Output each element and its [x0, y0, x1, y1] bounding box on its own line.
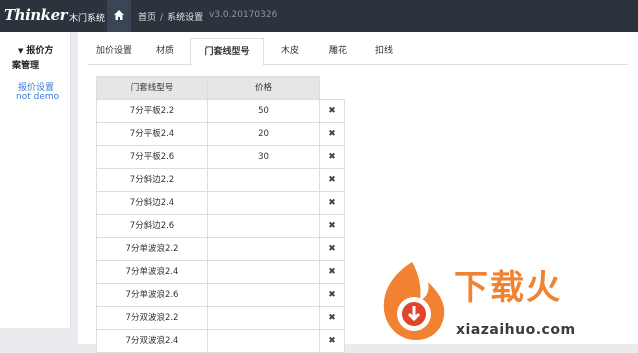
price-input[interactable]: 30 [207, 145, 320, 169]
model-cell: 7分双波浪2.4 [96, 329, 208, 353]
delete-icon[interactable]: ✖ [319, 260, 345, 284]
price-input[interactable] [207, 306, 320, 330]
delete-icon[interactable]: ✖ [319, 168, 345, 192]
price-input[interactable] [207, 329, 320, 353]
tab-door-frame-model[interactable]: 门套线型号 [190, 38, 264, 66]
model-cell: 7分平板2.4 [96, 122, 208, 146]
delete-icon[interactable]: ✖ [319, 145, 345, 169]
column-header-price: 价格 [207, 76, 320, 100]
tab-carving[interactable]: 雕花 [320, 38, 356, 64]
breadcrumb-separator: / [160, 13, 164, 23]
price-input[interactable]: 20 [207, 122, 320, 146]
tab-trim-line[interactable]: 扣线 [366, 38, 402, 64]
sidebar: ▼ 报价方 案管理 报价设置 not demo [0, 32, 71, 328]
price-input[interactable] [207, 191, 320, 215]
model-cell: 7分单波浪2.2 [96, 237, 208, 261]
version-label: v3.0.20170326 [209, 10, 278, 20]
app-logo: Thinker [4, 6, 68, 24]
sidebar-group-label: 报价方 [26, 46, 54, 56]
price-input[interactable]: 50 [207, 99, 320, 123]
delete-icon[interactable]: ✖ [319, 237, 345, 261]
model-cell: 7分单波浪2.4 [96, 260, 208, 284]
sidebar-group-title[interactable]: ▼ 报价方 [18, 44, 53, 58]
price-input[interactable] [207, 237, 320, 261]
delete-icon[interactable]: ✖ [319, 283, 345, 307]
price-input[interactable] [207, 168, 320, 192]
model-cell: 7分平板2.6 [96, 145, 208, 169]
delete-icon[interactable]: ✖ [319, 329, 345, 353]
breadcrumb-home[interactable]: 首页 [138, 13, 156, 23]
breadcrumb: 首页 / 系统设置 [138, 10, 203, 23]
caret-down-icon: ▼ [18, 47, 24, 55]
model-cell: 7分斜边2.6 [96, 214, 208, 238]
tab-markup-settings[interactable]: 加价设置 [88, 38, 140, 64]
watermark: 下载火 xiazaihuo.com [376, 258, 638, 344]
price-input[interactable] [207, 214, 320, 238]
model-cell: 7分斜边2.2 [96, 168, 208, 192]
home-button[interactable] [107, 0, 131, 32]
model-cell: 7分平板2.2 [96, 99, 208, 123]
tab-veneer[interactable]: 木皮 [272, 38, 308, 64]
delete-icon[interactable]: ✖ [319, 214, 345, 238]
model-cell: 7分单波浪2.6 [96, 283, 208, 307]
delete-icon[interactable]: ✖ [319, 99, 345, 123]
flame-logo-icon [383, 262, 445, 340]
top-navbar: Thinker 木门系统 首页 / 系统设置 v3.0.20170326 [0, 0, 638, 32]
delete-icon[interactable]: ✖ [319, 191, 345, 215]
sidebar-item-demo[interactable]: not demo [16, 92, 59, 102]
breadcrumb-current: 系统设置 [167, 13, 204, 23]
delete-icon[interactable]: ✖ [319, 122, 345, 146]
delete-icon[interactable]: ✖ [319, 306, 345, 330]
watermark-url: xiazaihuo.com [456, 322, 576, 338]
app-name: 木门系统 [69, 14, 106, 24]
tab-material[interactable]: 材质 [146, 38, 184, 64]
watermark-brand: 下载火 [454, 268, 562, 308]
sidebar-group-title-line2: 案管理 [12, 61, 40, 71]
home-icon [114, 10, 124, 20]
price-input[interactable] [207, 260, 320, 284]
price-input[interactable] [207, 283, 320, 307]
model-cell: 7分双波浪2.2 [96, 306, 208, 330]
model-cell: 7分斜边2.4 [96, 191, 208, 215]
tab-bar: 加价设置 材质 门套线型号 木皮 雕花 扣线 [88, 38, 628, 66]
column-header-model: 门套线型号 [96, 76, 208, 100]
